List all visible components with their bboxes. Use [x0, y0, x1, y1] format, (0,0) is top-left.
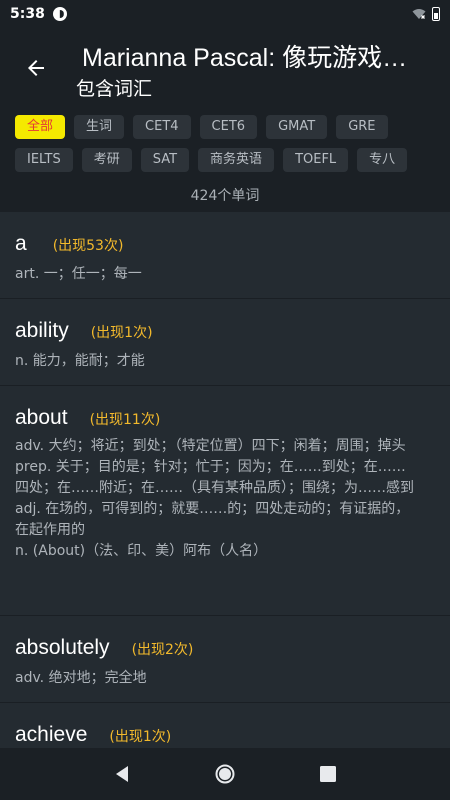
word-frequency: (出现2次) — [131, 642, 194, 658]
system-nav-bar — [0, 748, 450, 800]
word-term: about — [15, 406, 68, 429]
word-definition: art. 一；任一；每一 — [15, 266, 142, 282]
word-definition: adj. 在场的，可得到的；就要……的；四处走动的；有证据的，在起作用的 — [15, 501, 410, 538]
nav-recents-icon — [320, 766, 337, 782]
word-definition: n. (About)（法、印、美）阿布（人名） — [15, 543, 268, 559]
filter-row-2: IELTS 考研 SAT 商务英语 TOEFL 专八 — [15, 148, 408, 172]
app-header: Marianna Pascal: 像玩游戏… 包含词汇 — [0, 28, 450, 108]
word-definition: adv. 大约；将近；到处；（特定位置）四下；闲着；周围；掉头 — [15, 438, 406, 454]
battery-icon — [432, 7, 440, 21]
page-title: Marianna Pascal: 像玩游戏… — [82, 44, 408, 72]
word-definition: n. 能力，能耐；才能 — [15, 353, 145, 369]
arrow-back-icon — [28, 60, 44, 76]
list-item[interactable]: absolutely (出现2次) adv. 绝对地；完全地 — [0, 616, 450, 703]
status-time: 5:38 — [10, 6, 45, 22]
filter-chip-new-words[interactable]: 生词 — [74, 115, 125, 139]
list-item[interactable]: achieve (出现1次) — [0, 703, 450, 748]
word-term: absolutely — [15, 636, 110, 659]
word-frequency: (出现1次) — [109, 729, 172, 745]
filter-chip-cet6[interactable]: CET6 — [199, 115, 258, 139]
nav-back-icon — [115, 766, 128, 782]
filter-chip-toefl[interactable]: TOEFL — [283, 148, 349, 172]
filter-chip-all[interactable]: 全部 — [15, 115, 66, 139]
word-definitions: adv. 大约；将近；到处；（特定位置）四下；闲着；周围；掉头 prep. 关于… — [15, 436, 435, 562]
filter-chip-gmat[interactable]: GMAT — [266, 115, 328, 139]
list-item[interactable]: about (出现11次) adv. 大约；将近；到处；（特定位置）四下；闲着；… — [0, 386, 450, 616]
word-term: ability — [15, 319, 69, 342]
word-definition: prep. 关于；目的是；针对；忙于；因为；在……到处；在……四处；在……附近；… — [15, 459, 414, 496]
word-count: 424个单词 — [190, 188, 260, 204]
nav-home-icon — [215, 764, 235, 784]
word-list[interactable]: a (出现53次) art. 一；任一；每一 ability (出现1次) n.… — [0, 212, 450, 748]
filter-chip-tem8[interactable]: 专八 — [357, 148, 408, 172]
word-frequency: (出现11次) — [89, 412, 161, 428]
wifi-icon — [412, 9, 426, 19]
filter-chip-business-english[interactable]: 商务英语 — [198, 148, 275, 172]
word-term: a — [15, 232, 27, 255]
status-bar: 5:38 — [0, 0, 450, 28]
filter-chip-ielts[interactable]: IELTS — [15, 148, 73, 172]
filter-panel: 全部 生词 CET4 CET6 GMAT GRE IELTS 考研 SAT 商务… — [0, 108, 450, 212]
back-button[interactable] — [16, 48, 56, 88]
page-subtitle: 包含词汇 — [76, 78, 153, 100]
status-icons — [412, 7, 440, 21]
app-notification-icon — [52, 7, 67, 21]
word-definition: adv. 绝对地；完全地 — [15, 670, 147, 686]
list-item[interactable]: ability (出现1次) n. 能力，能耐；才能 — [0, 299, 450, 386]
filter-chip-sat[interactable]: SAT — [140, 148, 190, 172]
filter-chip-kaoyan[interactable]: 考研 — [81, 148, 132, 172]
nav-home-button[interactable] — [213, 762, 237, 786]
list-item[interactable]: a (出现53次) art. 一；任一；每一 — [0, 212, 450, 299]
filter-chip-gre[interactable]: GRE — [336, 115, 388, 139]
word-frequency: (出现53次) — [52, 238, 124, 254]
filter-row-1: 全部 生词 CET4 CET6 GMAT GRE — [15, 115, 388, 139]
filter-chip-cet4[interactable]: CET4 — [133, 115, 191, 139]
word-term: achieve — [15, 723, 88, 746]
nav-recents-button[interactable] — [316, 762, 340, 786]
word-frequency: (出现1次) — [90, 325, 153, 341]
nav-back-button[interactable] — [110, 762, 134, 786]
